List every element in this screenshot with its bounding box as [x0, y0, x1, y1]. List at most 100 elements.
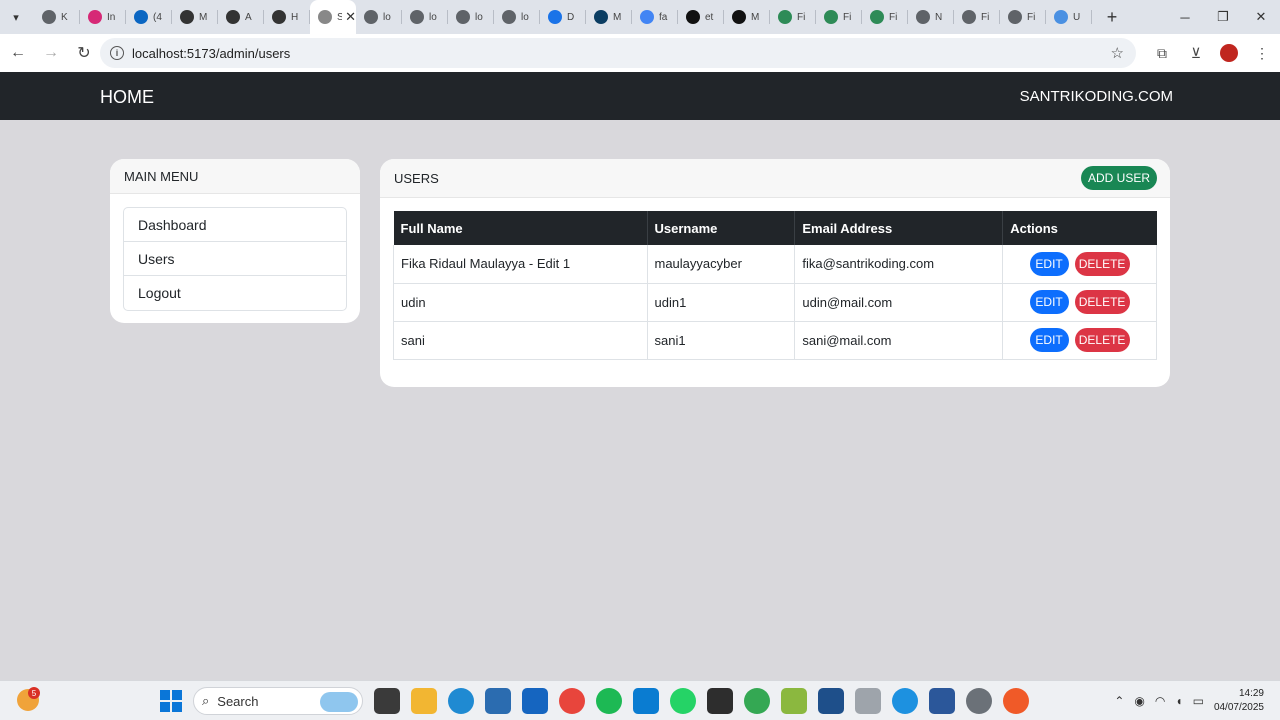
add-user-button[interactable]: ADD USER	[1080, 166, 1157, 190]
browser-tab[interactable]: H	[264, 0, 310, 34]
menu-item-dashboard[interactable]: Dashboard	[124, 208, 346, 242]
outlook-icon[interactable]	[522, 688, 548, 714]
docker-icon[interactable]	[892, 688, 918, 714]
close-window-icon[interactable]: ✕	[1242, 0, 1280, 34]
bookmark-star-icon[interactable]: ☆	[1111, 44, 1124, 62]
browser-tab[interactable]: D	[540, 0, 586, 34]
browser-tab[interactable]: (4	[126, 0, 172, 34]
browser-tab-title: Fi	[889, 11, 898, 23]
windows-start-icon[interactable]	[160, 690, 182, 712]
users-card: USERS ADD USER Full Name Username Email …	[380, 159, 1170, 387]
browser-tab[interactable]: Fi	[816, 0, 862, 34]
users-title: USERS	[380, 159, 1170, 198]
vscode-icon[interactable]	[633, 688, 659, 714]
wifi-icon[interactable]: ◠	[1155, 694, 1165, 708]
browser-tab[interactable]: N	[908, 0, 954, 34]
restore-icon[interactable]: ❐	[1204, 0, 1242, 34]
home-link[interactable]: HOME	[100, 87, 154, 108]
clock-time: 14:29	[1238, 688, 1264, 699]
battery-icon[interactable]: ▭	[1193, 694, 1204, 708]
cell-full-name: sani	[393, 321, 648, 360]
weather-badge: 5	[28, 687, 40, 699]
table-row: Fika Ridaul Maulayya - Edit 1 maulayyacy…	[393, 245, 1157, 284]
system-tray: ⌃ ◉ ◠ ◖ ▭ 14:29 04/07/2025	[1114, 681, 1280, 720]
profile-avatar[interactable]	[1220, 44, 1238, 62]
file-explorer-icon[interactable]	[411, 688, 437, 714]
address-bar[interactable]: i localhost:5173/admin/users ☆	[100, 38, 1136, 68]
delete-button[interactable]: DELETE	[1074, 290, 1130, 314]
chevron-up-icon[interactable]: ⌃	[1114, 694, 1124, 708]
search-highlight-icon	[320, 692, 358, 712]
minimize-icon[interactable]: ─	[1166, 0, 1204, 34]
vue-icon	[870, 10, 884, 24]
browser-tab-strip: ▾ KIn(4MAHSa✕lolololoDMfaetMFiFiFiNFiFiU…	[0, 0, 1280, 34]
browser-tab-title: D	[567, 11, 575, 23]
downloads-icon[interactable]: ⊻	[1186, 43, 1206, 63]
terminal-icon[interactable]	[707, 688, 733, 714]
browser-tab[interactable]: Fi	[1000, 0, 1046, 34]
browser-tab[interactable]: lo	[448, 0, 494, 34]
cell-username: udin1	[647, 283, 796, 322]
postman-icon[interactable]	[1003, 688, 1029, 714]
clock[interactable]: 14:29 04/07/2025	[1214, 687, 1264, 715]
browser-tab[interactable]: M	[172, 0, 218, 34]
browser-tab[interactable]: lo	[402, 0, 448, 34]
edit-button[interactable]: EDIT	[1029, 251, 1069, 276]
mysql-workbench-icon[interactable]	[818, 688, 844, 714]
browser-tab[interactable]: M	[586, 0, 632, 34]
browser-tab[interactable]: M	[724, 0, 770, 34]
browser-tab[interactable]: U	[1046, 0, 1092, 34]
menu-item-logout[interactable]: Logout	[124, 276, 346, 310]
browser-tab[interactable]: lo	[356, 0, 402, 34]
browser-tab[interactable]: In	[80, 0, 126, 34]
github-icon	[686, 10, 700, 24]
cell-full-name: Fika Ridaul Maulayya - Edit 1	[393, 245, 648, 284]
browser-tab[interactable]: fa	[632, 0, 678, 34]
edit-button[interactable]: EDIT	[1029, 290, 1069, 314]
google-icon	[640, 10, 654, 24]
store-icon[interactable]	[485, 688, 511, 714]
game-controller-icon[interactable]	[966, 688, 992, 714]
santrikoding-link[interactable]: SANTRIKODING.COM	[1020, 88, 1173, 105]
browser-tab[interactable]: Sa✕	[310, 0, 356, 34]
reload-icon[interactable]: ↻	[69, 38, 99, 68]
new-tab-button[interactable]: +	[1100, 7, 1124, 28]
spotify-icon[interactable]	[596, 688, 622, 714]
browser-tab[interactable]: et	[678, 0, 724, 34]
browser-tab[interactable]: Fi	[770, 0, 816, 34]
back-arrow-icon[interactable]: ←	[3, 38, 33, 68]
whatsapp-icon[interactable]	[670, 688, 696, 714]
notepad-icon[interactable]	[929, 688, 955, 714]
cell-username: maulayyacyber	[647, 245, 796, 284]
browser-tab[interactable]: Fi	[954, 0, 1000, 34]
browser-tab-title: lo	[475, 11, 483, 23]
volume-icon[interactable]: ◖	[1175, 694, 1182, 708]
medium-icon	[594, 10, 608, 24]
app-window-icon[interactable]	[855, 688, 881, 714]
chrome-icon[interactable]	[559, 688, 585, 714]
extensions-puzzle-icon[interactable]: ⧉	[1152, 43, 1172, 63]
notepad-plus-icon[interactable]	[781, 688, 807, 714]
site-info-icon[interactable]: i	[110, 46, 124, 60]
browser-tab-title: lo	[429, 11, 437, 23]
browser-tab-title: M	[199, 11, 208, 23]
taskbar-search-box[interactable]: ⌕ Search	[193, 687, 363, 715]
browser-tab[interactable]: K	[34, 0, 80, 34]
delete-button[interactable]: DELETE	[1074, 251, 1130, 276]
delete-button[interactable]: DELETE	[1074, 328, 1130, 352]
close-tab-icon[interactable]: ✕	[345, 9, 356, 25]
forward-arrow-icon[interactable]: →	[36, 38, 66, 68]
network-status-icon[interactable]: ◉	[1134, 694, 1144, 708]
chrome-profile-icon[interactable]	[744, 688, 770, 714]
browser-tab[interactable]: lo	[494, 0, 540, 34]
browser-tab[interactable]: A	[218, 0, 264, 34]
browser-menu-icon[interactable]: ⋮	[1252, 43, 1272, 63]
globe-icon	[502, 10, 516, 24]
task-view-icon[interactable]	[374, 688, 400, 714]
menu-item-users[interactable]: Users	[124, 242, 346, 276]
edit-button[interactable]: EDIT	[1029, 328, 1069, 352]
tab-search-chevron-icon[interactable]: ▾	[4, 5, 28, 29]
edge-icon[interactable]	[448, 688, 474, 714]
address-url[interactable]: localhost:5173/admin/users	[132, 46, 290, 61]
browser-tab[interactable]: Fi	[862, 0, 908, 34]
